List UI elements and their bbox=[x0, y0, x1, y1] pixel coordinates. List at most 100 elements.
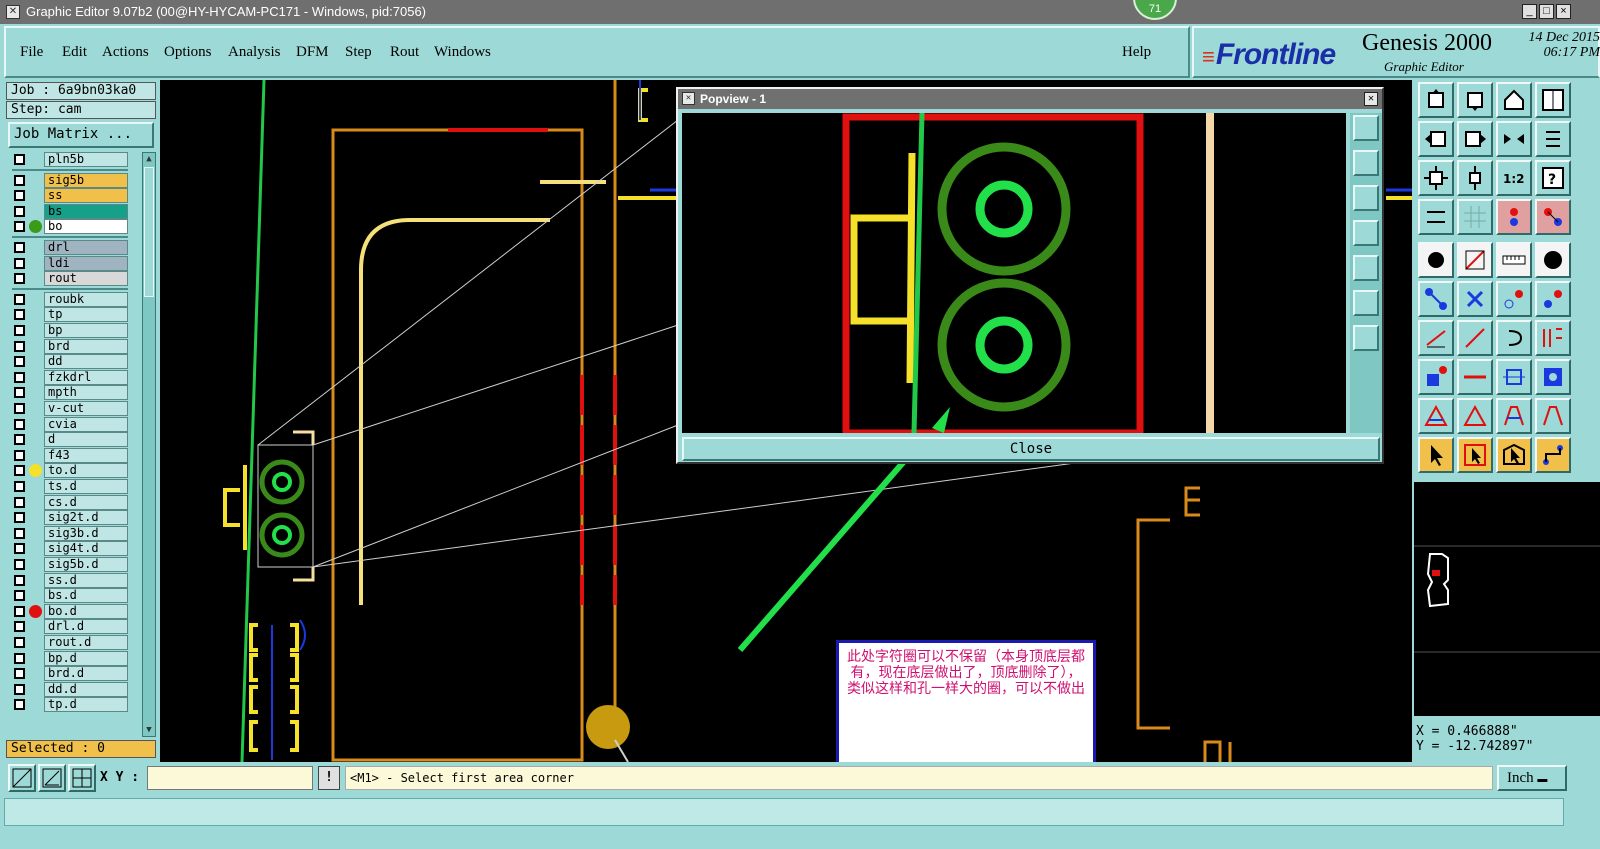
popview-close-button[interactable]: Close bbox=[682, 437, 1380, 461]
move-arrow-button[interactable] bbox=[1496, 281, 1532, 317]
layer-checkbox[interactable] bbox=[14, 356, 25, 368]
layer-checkbox[interactable] bbox=[14, 652, 25, 664]
layer-checkbox[interactable] bbox=[14, 683, 25, 695]
layer-name[interactable]: sig3b.d bbox=[44, 525, 128, 541]
popview-zoom-home-button[interactable] bbox=[1353, 115, 1379, 141]
layer-checkbox[interactable] bbox=[14, 543, 25, 555]
layer-checkbox[interactable] bbox=[14, 637, 25, 648]
layer-name[interactable]: mpth bbox=[44, 385, 128, 401]
layer-row-tp[interactable]: tp bbox=[8, 307, 128, 323]
layer-name[interactable]: v-cut bbox=[44, 401, 128, 416]
layer-name[interactable]: bs bbox=[44, 203, 128, 219]
layer-name[interactable]: drl.d bbox=[44, 619, 128, 635]
draw-line-button[interactable] bbox=[1457, 320, 1493, 356]
cross-icon[interactable] bbox=[1457, 281, 1493, 317]
layer-row-cvia[interactable]: cvia bbox=[8, 416, 128, 432]
layer-row-f43[interactable]: f43 bbox=[8, 447, 128, 463]
popview-canvas[interactable] bbox=[682, 112, 1346, 437]
layer-name[interactable]: tp.d bbox=[44, 697, 128, 713]
layer-name[interactable]: dd.d bbox=[44, 681, 128, 697]
popview-center-button[interactable] bbox=[1353, 325, 1379, 351]
layer-row-bp[interactable]: bp bbox=[8, 323, 128, 338]
group-icon[interactable] bbox=[1535, 359, 1571, 395]
layer-name[interactable]: bo.d bbox=[44, 603, 128, 619]
rotate-icon[interactable] bbox=[1496, 320, 1532, 356]
layer-name[interactable]: pln5b bbox=[44, 152, 128, 167]
layer-name[interactable]: brd.d bbox=[44, 666, 128, 682]
menu-file[interactable]: File bbox=[20, 44, 43, 61]
help-icon[interactable]: ? bbox=[1535, 160, 1571, 196]
popview-pan-right-button[interactable] bbox=[1353, 255, 1379, 281]
layer-name[interactable]: bp bbox=[44, 323, 128, 338]
cut-line-button[interactable] bbox=[1457, 359, 1493, 395]
menu-edit[interactable]: Edit bbox=[62, 44, 87, 61]
layer-name[interactable]: sig5b bbox=[44, 172, 128, 188]
layer-row-ts-d[interactable]: ts.d bbox=[8, 479, 128, 494]
layer-checkbox[interactable] bbox=[14, 387, 25, 399]
layer-name[interactable]: dd bbox=[44, 354, 128, 370]
popview-pan-left-button[interactable] bbox=[1353, 220, 1379, 246]
layer-name[interactable]: roubk bbox=[44, 291, 128, 307]
triangle-fill-button[interactable] bbox=[1457, 398, 1493, 434]
layer-name[interactable]: d bbox=[44, 432, 128, 448]
select-pointer-button[interactable] bbox=[1418, 437, 1454, 473]
menu-options[interactable]: Options bbox=[164, 44, 212, 61]
layer-checkbox[interactable] bbox=[14, 668, 25, 680]
layer-row-sig4t-d[interactable]: sig4t.d bbox=[8, 541, 128, 557]
layer-row-ss[interactable]: ss bbox=[8, 188, 128, 204]
layer-row-fzkdrl[interactable]: fzkdrl bbox=[8, 369, 128, 385]
mirror-icon[interactable] bbox=[1496, 121, 1532, 157]
layer-checkbox[interactable] bbox=[14, 512, 25, 524]
layer-row-sig3b-d[interactable]: sig3b.d bbox=[8, 525, 128, 541]
layer-row-bp-d[interactable]: bp.d bbox=[8, 650, 128, 666]
triangle-tool-button[interactable] bbox=[1418, 398, 1454, 434]
layer-name[interactable]: f43 bbox=[44, 447, 128, 463]
layer-row-bs[interactable]: bs bbox=[8, 203, 128, 219]
layer-name[interactable]: brd bbox=[44, 338, 128, 354]
layer-checkbox[interactable] bbox=[14, 559, 25, 570]
align-icon[interactable] bbox=[1496, 359, 1532, 395]
layer-name[interactable]: ts.d bbox=[44, 479, 128, 494]
layer-row-brd[interactable]: brd bbox=[8, 338, 128, 354]
layer-row-ldi[interactable]: ldi bbox=[8, 255, 128, 271]
layer-row-bo[interactable]: bo bbox=[8, 219, 128, 235]
layer-checkbox[interactable] bbox=[14, 257, 25, 269]
pan-right-button[interactable] bbox=[1457, 121, 1493, 157]
snap-to-point-button[interactable] bbox=[8, 764, 36, 792]
layer-checkbox[interactable] bbox=[14, 621, 25, 633]
zoom-fit-button[interactable] bbox=[1418, 160, 1454, 196]
popview-fit-button[interactable] bbox=[1353, 290, 1379, 316]
layer-name[interactable]: bp.d bbox=[44, 650, 128, 666]
layer-row-rout[interactable]: rout bbox=[8, 271, 128, 287]
job-matrix-button[interactable]: Job Matrix ... bbox=[8, 122, 154, 148]
layer-scrollbar[interactable]: ▲ ▼ bbox=[142, 152, 156, 737]
layer-row-drl-d[interactable]: drl.d bbox=[8, 619, 128, 635]
select-net-button[interactable] bbox=[1535, 437, 1571, 473]
ruler-icon[interactable] bbox=[1496, 242, 1532, 278]
layer-row-bs-d[interactable]: bs.d bbox=[8, 588, 128, 604]
layer-row-tp-d[interactable]: tp.d bbox=[8, 697, 128, 713]
layer-checkbox[interactable] bbox=[14, 309, 25, 321]
layer-checkbox[interactable] bbox=[14, 449, 25, 461]
xy-input[interactable] bbox=[147, 766, 313, 790]
scale-one-to-two-button[interactable]: 1:2 bbox=[1496, 160, 1532, 196]
menu-analysis[interactable]: Analysis bbox=[228, 44, 281, 61]
layer-checkbox[interactable] bbox=[14, 205, 25, 217]
net-connect-button[interactable] bbox=[1535, 199, 1571, 235]
layer-name[interactable]: cvia bbox=[44, 416, 128, 432]
select-area-button[interactable] bbox=[1457, 437, 1493, 473]
layer-name[interactable]: tp bbox=[44, 307, 128, 323]
net-highlight-button[interactable] bbox=[1496, 199, 1532, 235]
menu-dfm[interactable]: DFM bbox=[296, 44, 329, 61]
scroll-thumb[interactable] bbox=[144, 167, 154, 297]
layer-row-bo-d[interactable]: bo.d bbox=[8, 603, 128, 619]
layer-checkbox[interactable] bbox=[14, 403, 25, 414]
view-top-button[interactable] bbox=[1418, 82, 1454, 118]
layer-name[interactable]: to.d bbox=[44, 463, 128, 479]
layer-checkbox[interactable] bbox=[14, 242, 25, 253]
layer-checkbox[interactable] bbox=[14, 371, 25, 383]
window-icon[interactable] bbox=[1535, 82, 1571, 118]
layer-name[interactable]: bs.d bbox=[44, 588, 128, 604]
layer-checkbox[interactable] bbox=[14, 496, 25, 508]
layer-checkbox[interactable] bbox=[14, 605, 25, 617]
